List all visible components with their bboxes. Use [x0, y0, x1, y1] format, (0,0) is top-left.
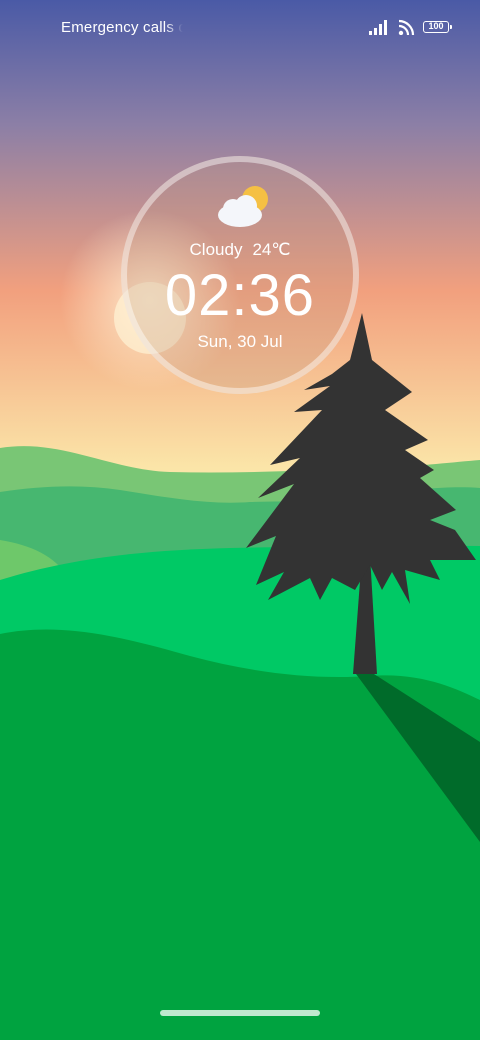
battery-level: 100: [428, 21, 444, 31]
clock-date: Sun, 30 Jul: [197, 332, 283, 351]
front-hill: [0, 629, 480, 1040]
signal-icon: [369, 20, 387, 35]
weather-condition: Cloudy: [189, 240, 243, 259]
weather-summary: Cloudy 24℃: [127, 240, 353, 260]
clock-time: 02:36: [164, 263, 316, 328]
weather-temperature: 24℃: [252, 240, 291, 259]
wifi-icon: [398, 19, 415, 35]
carrier-status: Emergency calls only: [61, 19, 183, 36]
battery-icon: 100: [423, 21, 452, 33]
partly-cloudy-icon: [218, 186, 268, 227]
home-indicator[interactable]: [160, 1010, 320, 1016]
status-bar: Emergency calls only 100: [0, 0, 480, 56]
status-icons: 100: [369, 18, 452, 36]
lock-clock-widget[interactable]: Cloudy 24℃ 02:36 Sun, 30 Jul: [121, 156, 359, 394]
